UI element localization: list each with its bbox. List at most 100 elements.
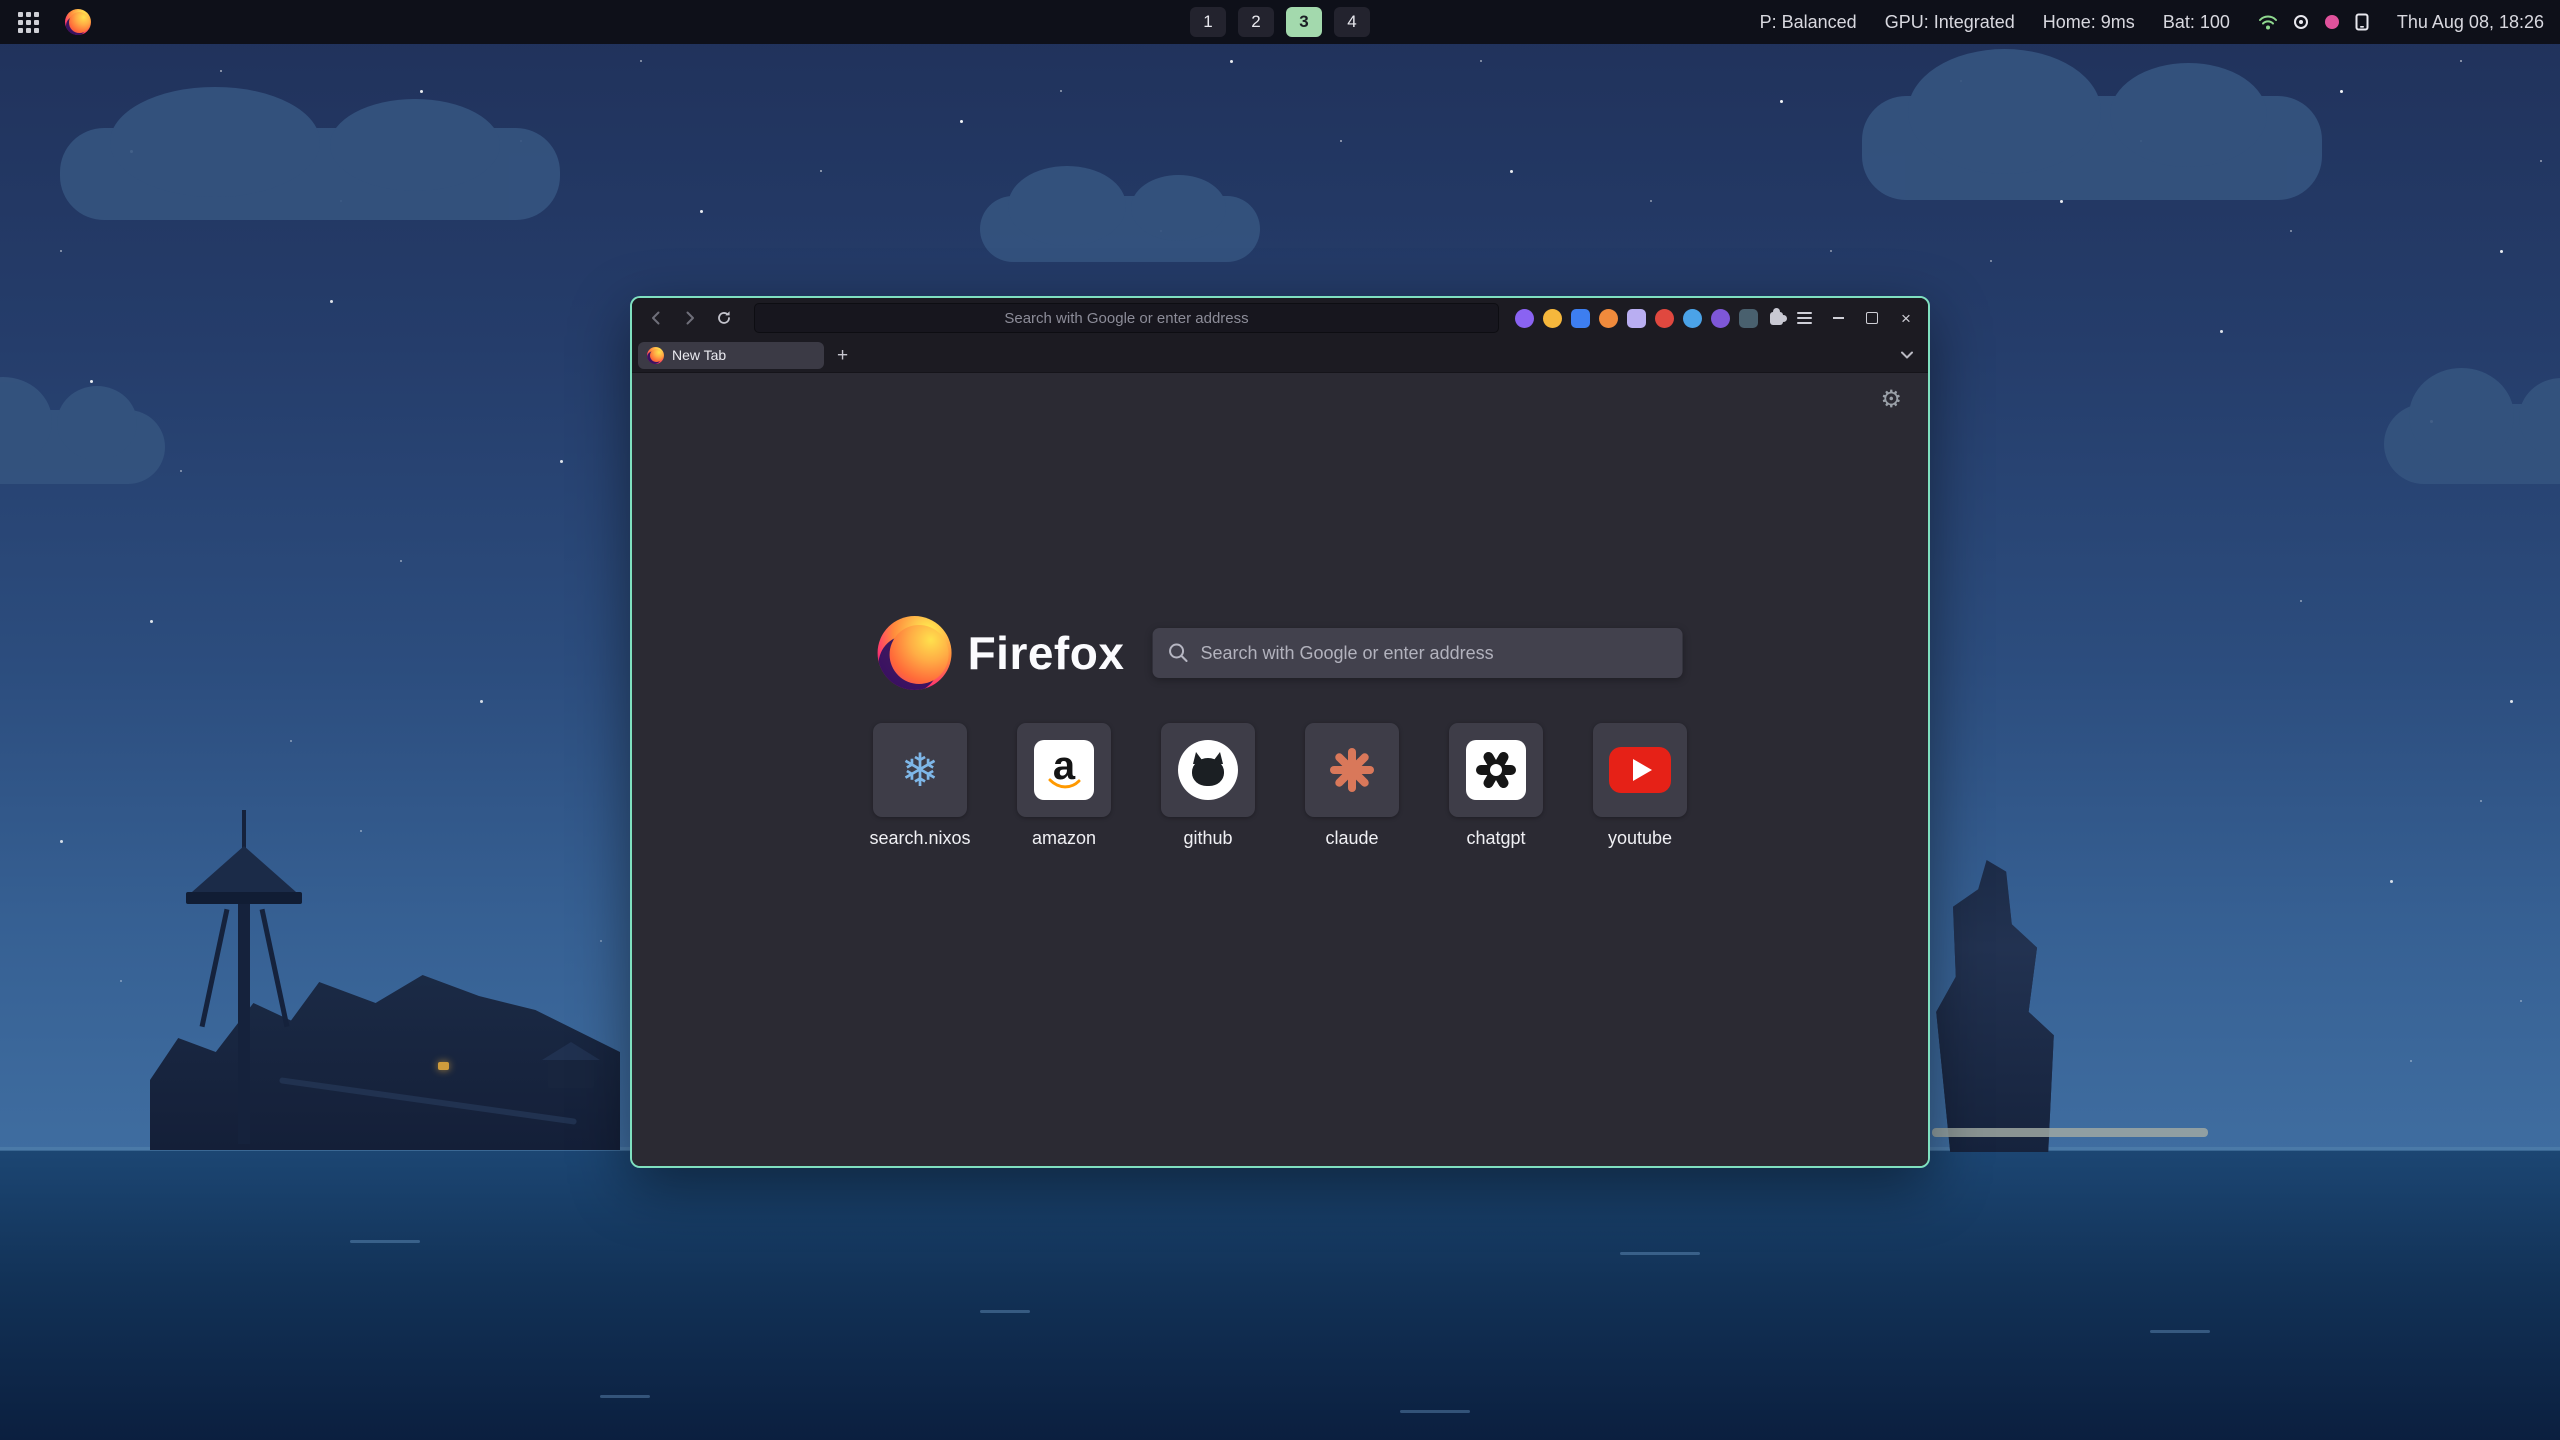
shortcut-label: github	[1183, 828, 1232, 849]
shortcut-label: amazon	[1032, 828, 1096, 849]
gear-icon: ⚙	[1880, 386, 1902, 413]
reload-icon	[716, 310, 732, 326]
cloud	[2384, 404, 2560, 484]
workspace-switcher: 1 2 3 4	[1190, 7, 1370, 37]
watchtower-platform	[186, 892, 302, 904]
firefox-favicon	[647, 347, 664, 364]
battery-status[interactable]: Bat: 100	[2163, 12, 2230, 33]
url-bar[interactable]	[754, 303, 1499, 333]
tile: ❄	[873, 723, 967, 817]
search-icon	[1167, 642, 1189, 664]
shortcut-github[interactable]: github	[1161, 723, 1255, 849]
newtab-search-input[interactable]	[1152, 628, 1682, 678]
watchtower-leg	[200, 909, 230, 1027]
workspace-button-1[interactable]: 1	[1190, 7, 1226, 37]
firefox-wordmark: Firefox	[968, 626, 1125, 680]
new-tab-page: ⚙ Firefox ❄ search.nixos	[632, 373, 1928, 1166]
extension-icon[interactable]	[1627, 309, 1646, 328]
extension-icon[interactable]	[1543, 309, 1562, 328]
github-icon	[1178, 740, 1238, 800]
shortcut-chatgpt[interactable]: chatgpt	[1449, 723, 1543, 849]
close-button[interactable]: ×	[1898, 310, 1914, 326]
personalize-gear-button[interactable]: ⚙	[1874, 387, 1908, 413]
apps-grid-icon	[18, 12, 39, 33]
tab-strip: New Tab +	[632, 338, 1928, 373]
device-icon[interactable]	[2355, 13, 2369, 31]
extension-icon[interactable]	[1739, 309, 1758, 328]
reload-button[interactable]	[710, 308, 738, 328]
firefox-launcher-button[interactable]	[61, 5, 95, 39]
cloud	[980, 196, 1260, 262]
status-circle-icon[interactable]	[2293, 14, 2309, 30]
maximize-icon	[1866, 312, 1878, 324]
tray-icons	[2258, 13, 2369, 31]
hue-light-icon[interactable]	[2324, 14, 2340, 30]
new-tab-button[interactable]: +	[829, 342, 856, 369]
extension-icon[interactable]	[1683, 309, 1702, 328]
shortcut-search-nixos[interactable]: ❄ search.nixos	[873, 723, 967, 849]
shortcut-label: youtube	[1608, 828, 1672, 849]
tab-new-tab[interactable]: New Tab	[638, 342, 824, 369]
minimize-icon	[1833, 317, 1844, 319]
app-launcher-button[interactable]	[14, 8, 43, 37]
tile	[1305, 723, 1399, 817]
openai-knot	[1474, 748, 1518, 792]
tile: a	[1017, 723, 1111, 817]
clock[interactable]: Thu Aug 08, 18:26	[2397, 12, 2544, 33]
power-profile-status[interactable]: P: Balanced	[1760, 12, 1857, 33]
forward-button[interactable]	[676, 308, 704, 328]
github-octocat	[1188, 750, 1228, 790]
topbar: 1 2 3 4 P: Balanced GPU: Integrated Home…	[0, 0, 2560, 44]
claude-starburst-icon	[1326, 744, 1378, 796]
shortcut-label: chatgpt	[1466, 828, 1525, 849]
extension-icon[interactable]	[1515, 309, 1534, 328]
close-icon: ×	[1901, 310, 1911, 327]
extension-toolbar	[1515, 309, 1814, 328]
shortcut-youtube[interactable]: youtube	[1593, 723, 1687, 849]
shortcut-label: claude	[1325, 828, 1378, 849]
chatgpt-icon	[1466, 740, 1526, 800]
wave	[2150, 1330, 2210, 1333]
tab-title: New Tab	[672, 347, 726, 363]
extensions-puzzle-icon[interactable]	[1770, 312, 1783, 325]
extension-icon[interactable]	[1655, 309, 1674, 328]
minimize-button[interactable]	[1830, 310, 1846, 326]
topbar-left	[0, 5, 95, 39]
window-controls: ×	[1830, 310, 1918, 326]
extension-icon[interactable]	[1599, 309, 1618, 328]
tile	[1161, 723, 1255, 817]
menu-hamburger-icon[interactable]	[1795, 310, 1814, 326]
workspace-button-3[interactable]: 3	[1286, 7, 1322, 37]
wave	[1620, 1252, 1700, 1255]
play-triangle-icon	[1633, 759, 1652, 781]
newtab-hero: Firefox	[878, 616, 1683, 690]
tile	[1449, 723, 1543, 817]
forward-icon	[682, 310, 698, 326]
youtube-icon	[1609, 747, 1671, 793]
workspace-button-4[interactable]: 4	[1334, 7, 1370, 37]
wifi-icon[interactable]	[2258, 13, 2278, 31]
maximize-button[interactable]	[1864, 310, 1880, 326]
cloud	[60, 128, 560, 220]
wave	[1400, 1410, 1470, 1413]
shortcut-amazon[interactable]: a amazon	[1017, 723, 1111, 849]
wave	[980, 1310, 1030, 1313]
amazon-smile-icon	[1048, 778, 1082, 790]
watchtower-roof	[192, 846, 296, 892]
topbar-right: P: Balanced GPU: Integrated Home: 9ms Ba…	[1760, 12, 2560, 33]
extension-icon[interactable]	[1571, 309, 1590, 328]
list-all-tabs-button[interactable]	[1892, 346, 1922, 364]
back-button[interactable]	[642, 308, 670, 328]
gpu-status[interactable]: GPU: Integrated	[1885, 12, 2015, 33]
back-icon	[648, 310, 664, 326]
amazon-icon: a	[1034, 740, 1094, 800]
watchtower-pole	[238, 904, 250, 1144]
home-latency-status[interactable]: Home: 9ms	[2043, 12, 2135, 33]
wallpaper-ocean	[0, 1150, 2560, 1440]
newtab-searchbox	[1152, 628, 1682, 678]
wallpaper-island	[150, 800, 620, 1150]
workspace-button-2[interactable]: 2	[1238, 7, 1274, 37]
cloud	[0, 410, 165, 484]
shortcut-claude[interactable]: claude	[1305, 723, 1399, 849]
extension-icon[interactable]	[1711, 309, 1730, 328]
